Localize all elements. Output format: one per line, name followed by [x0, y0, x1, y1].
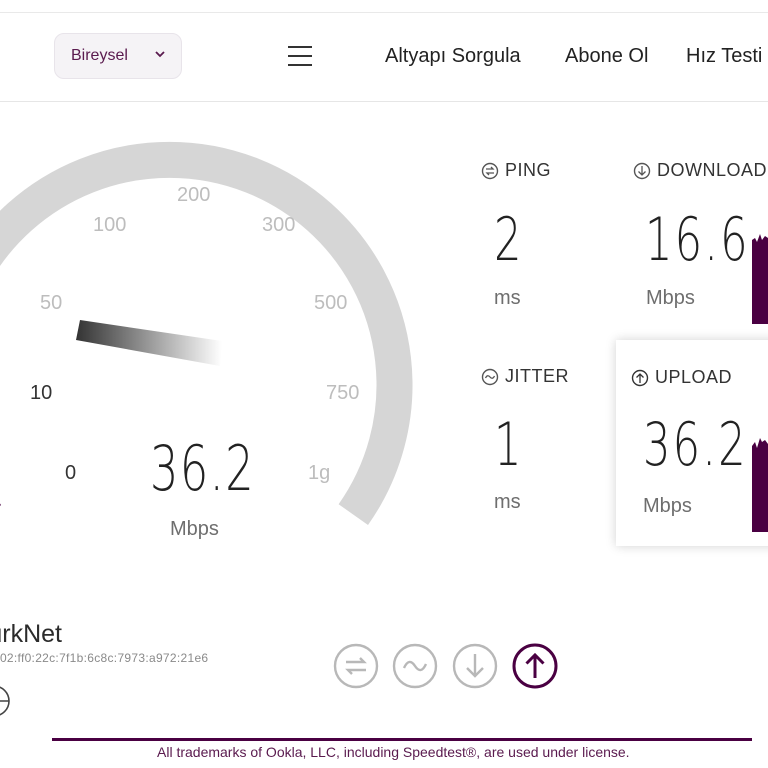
site-header: Bireysel Altyapı Sorgula Abone Ol Hız Te…: [0, 13, 768, 102]
upload-icon: [631, 369, 649, 386]
segment-dropdown[interactable]: Bireysel: [54, 33, 182, 79]
download-unit: Mbps: [646, 287, 695, 309]
chevron-down-icon: [155, 51, 165, 58]
download-label: DOWNLOAD: [633, 160, 767, 181]
jitter-icon: [481, 368, 499, 385]
nav-abone-ol[interactable]: Abone Ol: [565, 45, 648, 68]
gauge-tick-200: 200: [177, 184, 211, 206]
progress-line: [52, 738, 752, 741]
ping-label: PING: [481, 160, 551, 181]
trademark-footer: All trademarks of Ookla, LLC, including …: [157, 744, 630, 760]
current-speed-value: 36.2: [150, 432, 256, 505]
step-download-icon: [452, 643, 498, 689]
gauge-tick-1g: 1g: [308, 462, 331, 484]
gauge-tick-300: 300: [262, 214, 296, 236]
gauge-tick-10: 10: [30, 382, 53, 404]
gauge-tick-500: 500: [314, 292, 348, 314]
segment-label: Bireysel: [71, 47, 128, 64]
download-graph: [752, 234, 768, 324]
step-ping-icon: [333, 643, 379, 689]
gauge-tick-50: 50: [40, 292, 63, 314]
nav-hiz-testi[interactable]: Hız Testi: [686, 45, 762, 68]
current-speed-unit: Mbps: [170, 518, 219, 540]
ping-icon: [481, 162, 499, 179]
server-globe-icon[interactable]: [0, 684, 12, 718]
download-icon: [633, 162, 651, 179]
gauge-tick-750: 750: [326, 382, 360, 404]
menu-icon[interactable]: [288, 46, 312, 66]
jitter-unit: ms: [494, 491, 521, 513]
gauge-tick-100: 100: [93, 214, 127, 236]
step-upload-icon: [512, 643, 558, 689]
upload-label: UPLOAD: [631, 367, 732, 388]
ping-value: 2: [494, 205, 524, 275]
jitter-value: 1: [494, 410, 524, 480]
step-jitter-icon: [392, 643, 438, 689]
ping-unit: ms: [494, 287, 521, 309]
gauge-tick-0: 0: [65, 462, 77, 484]
upload-graph: [752, 438, 768, 532]
isp-name: TurkNet: [0, 620, 62, 648]
nav-altyapi-sorgula[interactable]: Altyapı Sorgula: [385, 45, 521, 68]
download-value: 16.6: [645, 205, 750, 275]
jitter-label: JITTER: [481, 366, 569, 387]
gauge-needle: [76, 320, 222, 366]
ip-address: 2a02:ff0:22c:7f1b:6c8c:7973:a972:21e6: [0, 651, 209, 665]
upload-unit: Mbps: [643, 495, 692, 517]
upload-value: 36.2: [643, 410, 748, 480]
